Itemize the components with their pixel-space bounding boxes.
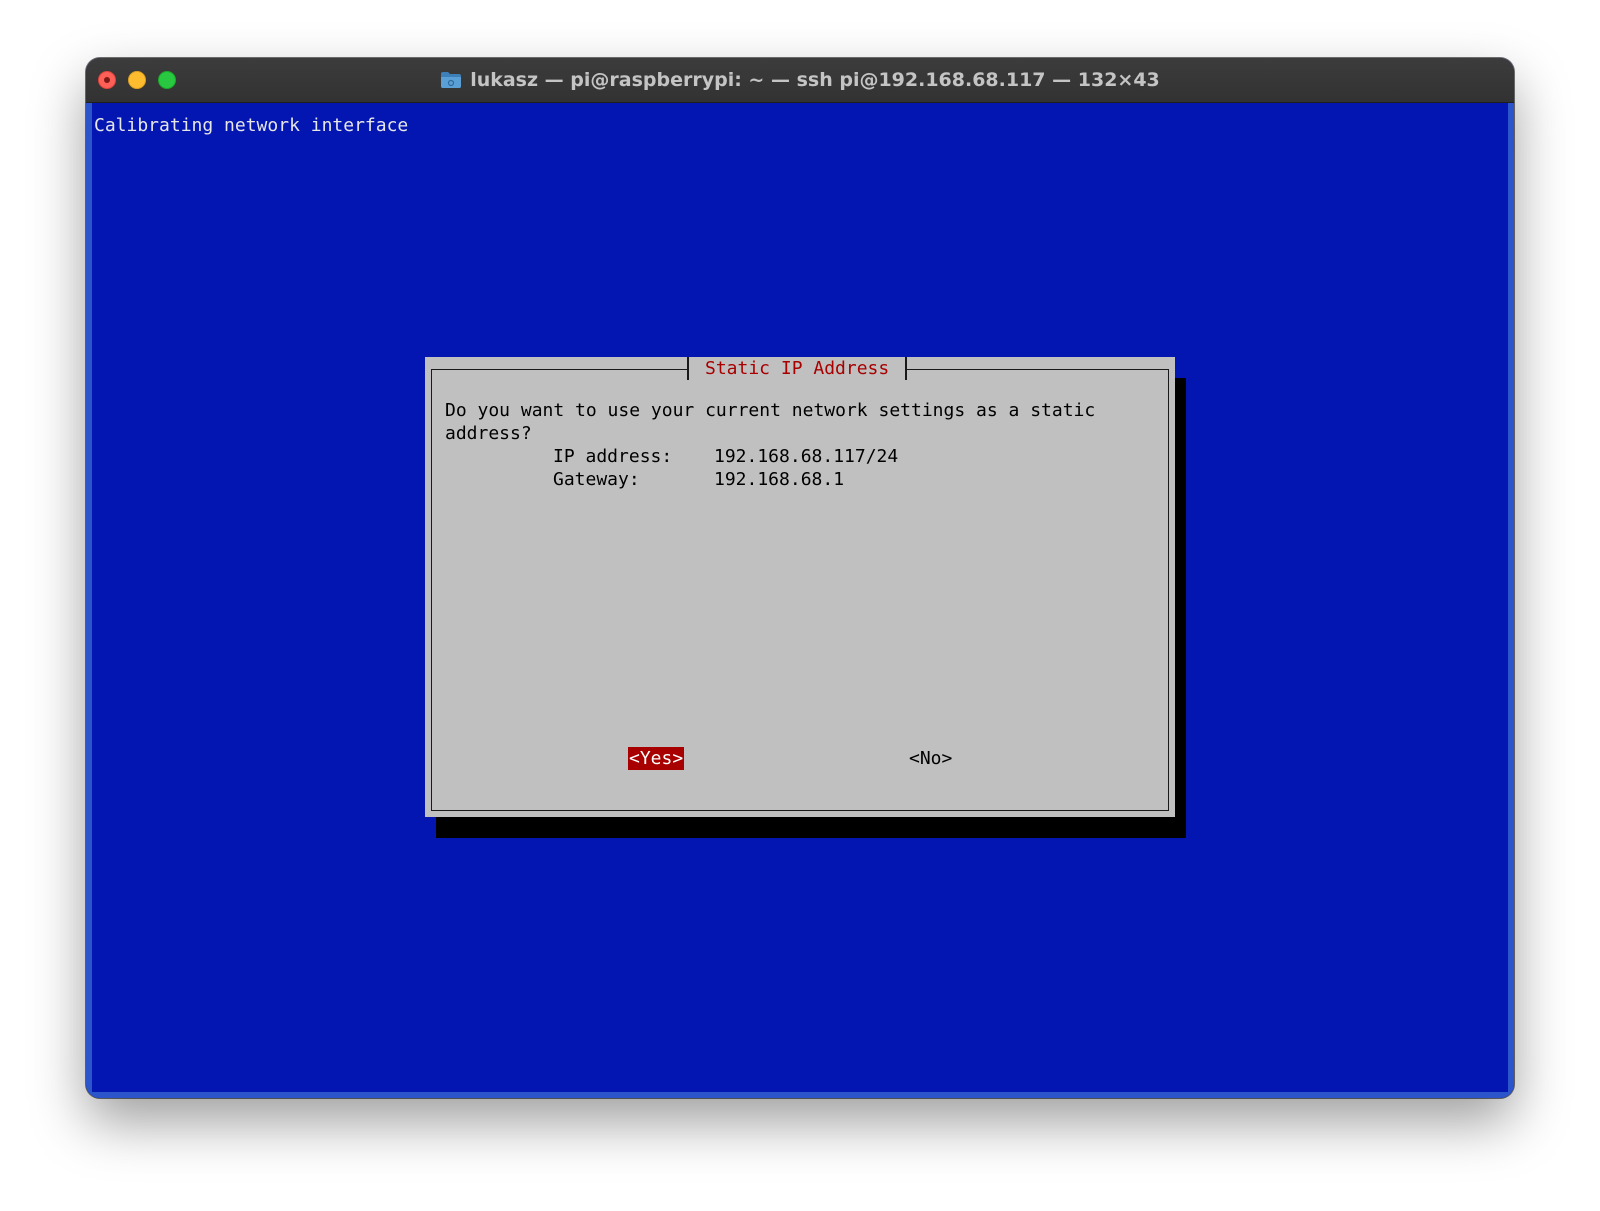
dialog-frame	[431, 369, 1169, 811]
folder-icon	[440, 71, 462, 89]
ip-address-label: IP address:	[553, 446, 673, 467]
dialog-title: Static IP Address	[687, 357, 908, 380]
no-button[interactable]: <No>	[908, 747, 953, 770]
static-ip-dialog: Static IP Address Do you want to use you…	[425, 357, 1175, 817]
yes-button[interactable]: <Yes>	[628, 747, 685, 770]
gateway-value: 192.168.68.1	[714, 469, 845, 490]
dialog-message-line1: Do you want to use your current network …	[445, 400, 1096, 421]
window-title-wrap: lukasz — pi@raspberrypi: ~ — ssh pi@192.…	[86, 58, 1514, 102]
dialog-message-line2: address?	[445, 423, 532, 444]
title-bar[interactable]: lukasz — pi@raspberrypi: ~ — ssh pi@192.…	[86, 58, 1514, 103]
window-title: lukasz — pi@raspberrypi: ~ — ssh pi@192.…	[470, 69, 1160, 91]
status-line: Calibrating network interface	[94, 115, 409, 136]
gateway-label: Gateway:	[553, 469, 640, 490]
ip-address-value: 192.168.68.117/24	[714, 446, 899, 467]
